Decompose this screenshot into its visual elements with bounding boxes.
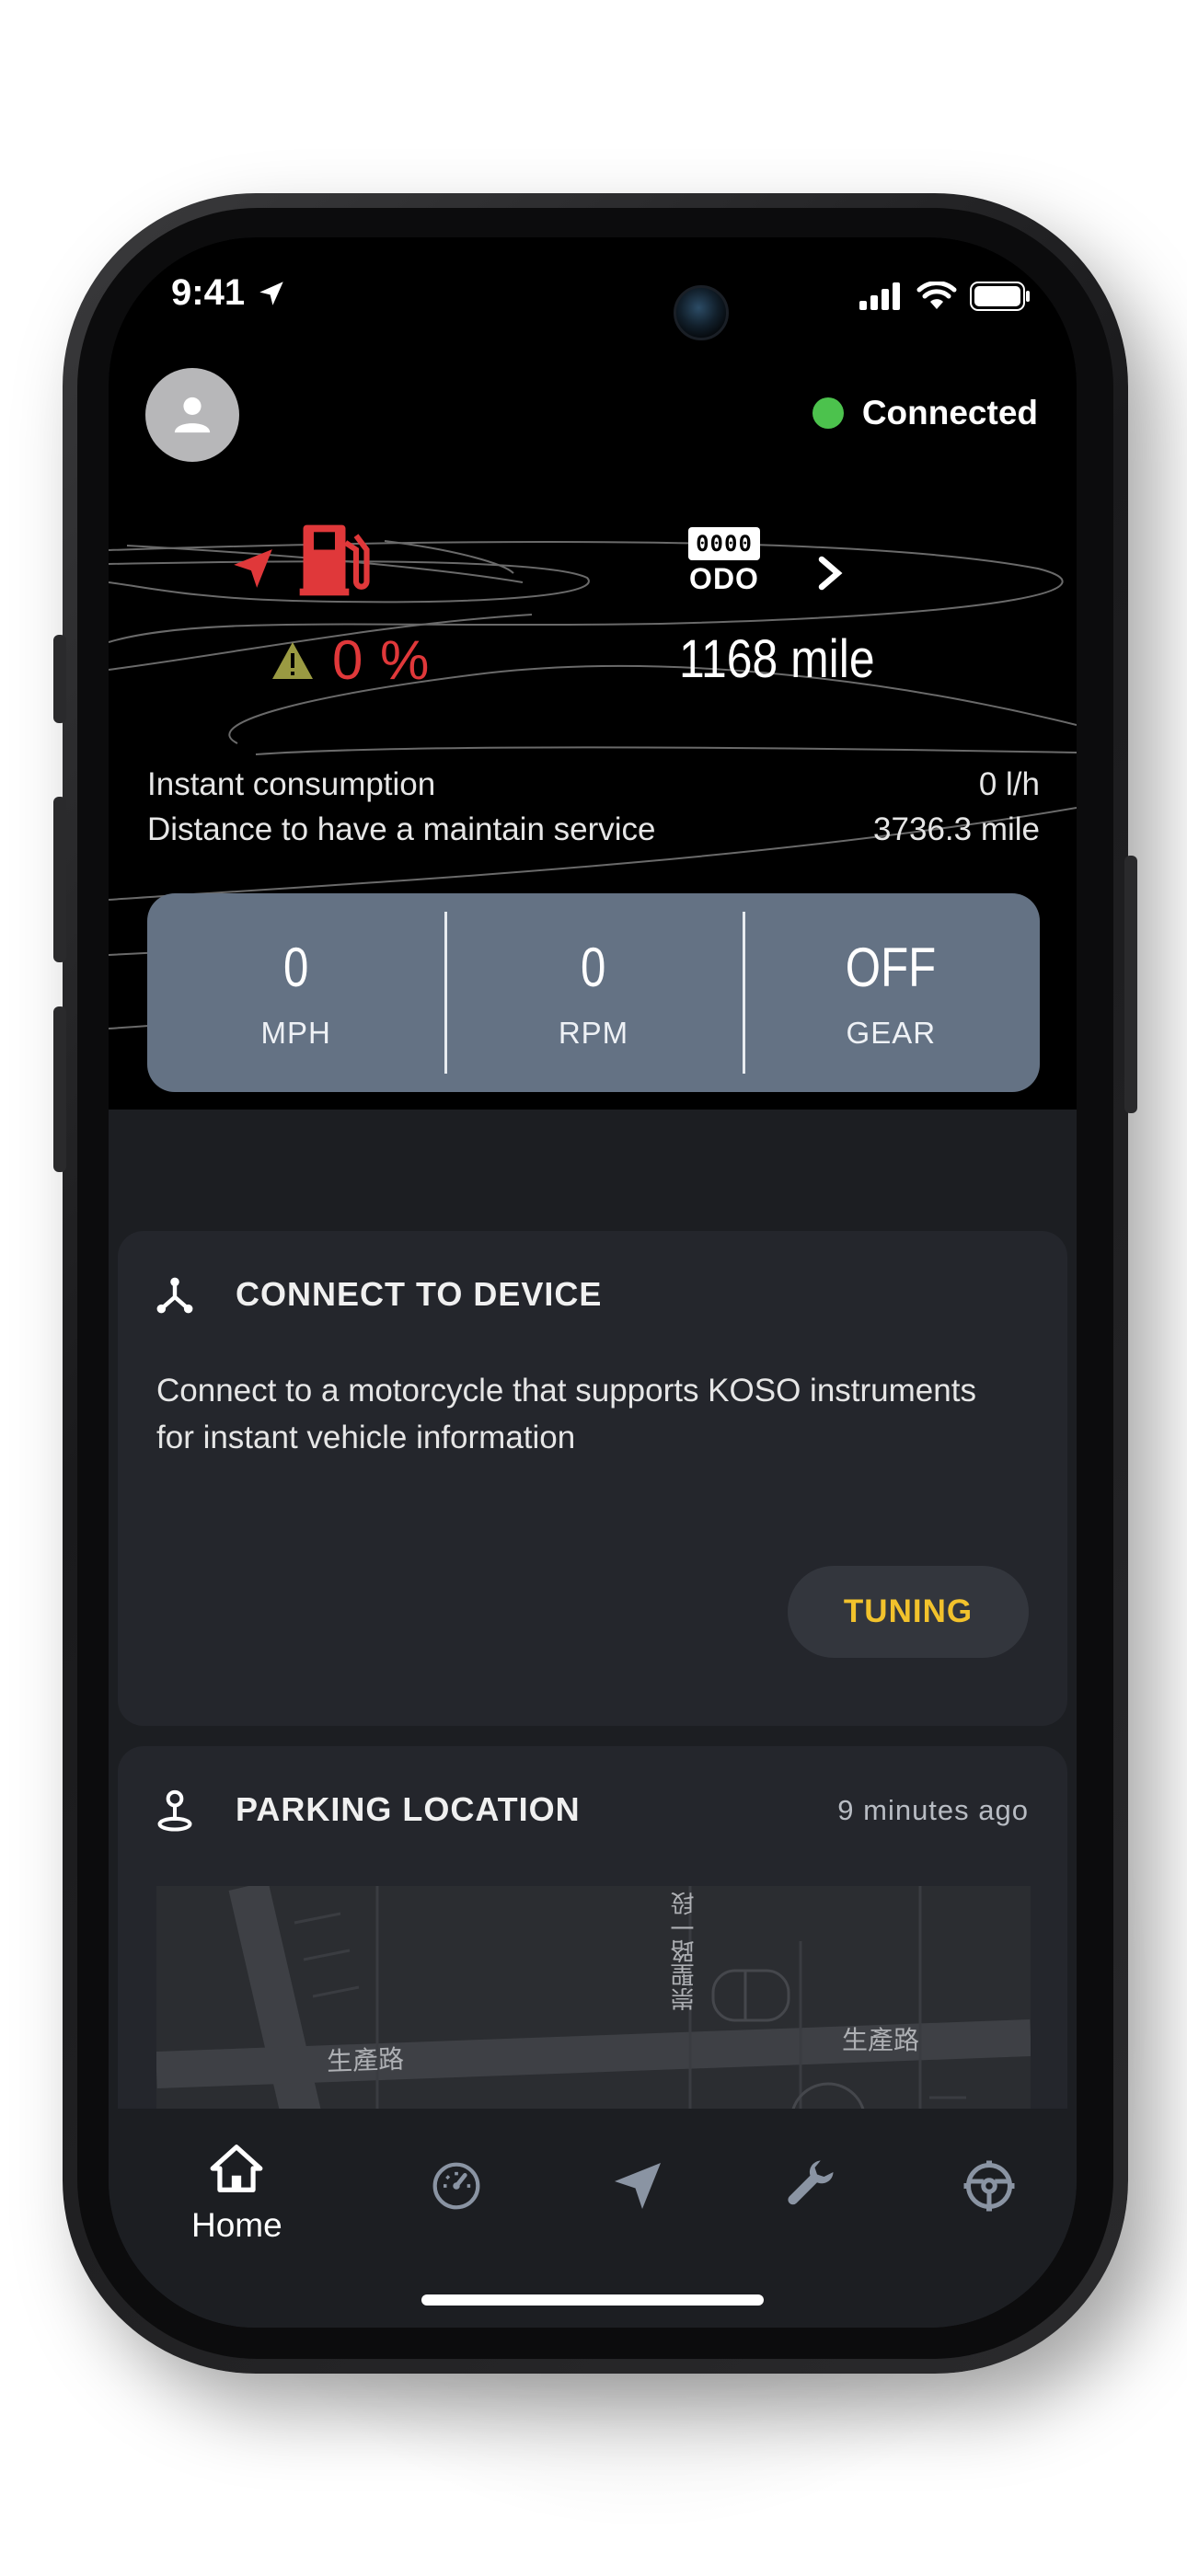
gear-gauge: OFF GEAR (742, 893, 1040, 1092)
navigation-icon (615, 2163, 661, 2209)
parking-pin-icon (157, 1789, 192, 1832)
power-button (1124, 856, 1137, 1113)
status-bar-time: 9:41 (171, 272, 287, 314)
gear-label: GEAR (846, 1015, 937, 1050)
rpm-gauge: 0 RPM (444, 893, 742, 1092)
gauge-panel: 0 MPH 0 RPM OFF GEAR (147, 893, 1040, 1092)
dashboard-icon (432, 2162, 480, 2210)
home-indicator[interactable] (421, 2294, 764, 2306)
fuel-direction-arrow-icon (234, 549, 272, 588)
service-distance-label: Distance to have a maintain service (147, 811, 656, 847)
status-dot-icon (812, 397, 844, 429)
gear-value: OFF (846, 936, 937, 998)
instant-consumption-label: Instant consumption (147, 766, 436, 802)
odometer-widget[interactable]: 0000 ODO 1168 mile (679, 518, 992, 702)
rpm-label: RPM (558, 1015, 629, 1050)
tab-home-label: Home (191, 2206, 282, 2244)
tab-tools[interactable] (785, 2158, 840, 2214)
warning-icon (272, 641, 313, 679)
odo-icon-digits: 0000 (696, 531, 753, 557)
cellular-signal-icon (859, 282, 900, 310)
steering-wheel-settings-icon (963, 2160, 1015, 2212)
connect-card-description: Connect to a motorcycle that supports KO… (156, 1373, 976, 1455)
odo-icon: 0000 ODO (688, 527, 766, 596)
instant-consumption-row: Instant consumption 0 l/h (147, 766, 1040, 803)
fuel-level-readout: 0 % (270, 628, 430, 692)
odo-icon-label: ODO (689, 562, 759, 595)
fuel-pump-icon (299, 524, 370, 596)
volume-down-button (53, 1006, 66, 1172)
tab-home[interactable]: Home (191, 2142, 282, 2245)
user-icon (174, 397, 211, 433)
rpm-value: 0 (581, 936, 606, 998)
connect-card-title: CONNECT TO DEVICE (236, 1275, 603, 1313)
action-button (53, 635, 66, 723)
wifi-icon (916, 282, 957, 309)
speed-unit-label: MPH (260, 1015, 331, 1050)
map-road-label: 崇聖路一段 (671, 1892, 698, 2011)
parking-location-card[interactable]: PARKING LOCATION 9 minutes ago 生產路 生產路 崇… (118, 1746, 1067, 2169)
battery-icon (970, 282, 1030, 311)
home-icon (210, 2145, 263, 2192)
app-screen: 9:41 Connected 0 % 0000 ODO 1168 mile In… (109, 237, 1077, 2328)
parking-card-title: PARKING LOCATION (236, 1790, 581, 1828)
parking-map[interactable]: 生產路 生產路 崇聖路一段 (156, 1886, 1031, 2125)
profile-avatar[interactable] (145, 368, 239, 462)
tab-navigation[interactable] (610, 2158, 665, 2214)
map-road-label: 生產路 (326, 2043, 405, 2077)
tab-settings[interactable] (962, 2158, 1017, 2214)
odometer-value: 1168 mile (679, 629, 875, 689)
time-text: 9:41 (171, 272, 246, 313)
service-distance-row: Distance to have a maintain service 3736… (147, 811, 1040, 848)
status-bar-icons (859, 282, 1031, 311)
map-roads (156, 1886, 1031, 2125)
connection-status: Connected (812, 394, 1038, 432)
volume-up-button (53, 797, 66, 962)
tuning-button[interactable]: TUNING (788, 1566, 1029, 1658)
device-connection-icon (156, 1277, 193, 1314)
chevron-right-icon[interactable] (817, 555, 845, 592)
connection-status-text: Connected (861, 394, 1038, 431)
speed-gauge: 0 MPH (147, 893, 444, 1092)
map-road-label: 生產路 (842, 2025, 920, 2055)
front-camera (674, 285, 729, 340)
fuel-level-widget[interactable]: 0 % (201, 518, 513, 702)
parking-time-ago: 9 minutes ago (837, 1794, 1029, 1826)
wrench-icon (788, 2160, 834, 2205)
tab-dashboard[interactable] (431, 2160, 482, 2212)
dashboard-panel: 9:41 Connected 0 % 0000 ODO 1168 mile In… (109, 237, 1077, 1110)
connect-device-card: CONNECT TO DEVICE Connect to a motorcycl… (118, 1231, 1067, 1726)
location-arrow-icon (259, 281, 283, 305)
fuel-percent: 0 % (332, 629, 431, 691)
service-distance-value: 3736.3 mile (873, 811, 1040, 847)
dynamic-island (438, 265, 745, 355)
instant-consumption-value: 0 l/h (978, 766, 1040, 802)
speed-value: 0 (282, 936, 309, 998)
